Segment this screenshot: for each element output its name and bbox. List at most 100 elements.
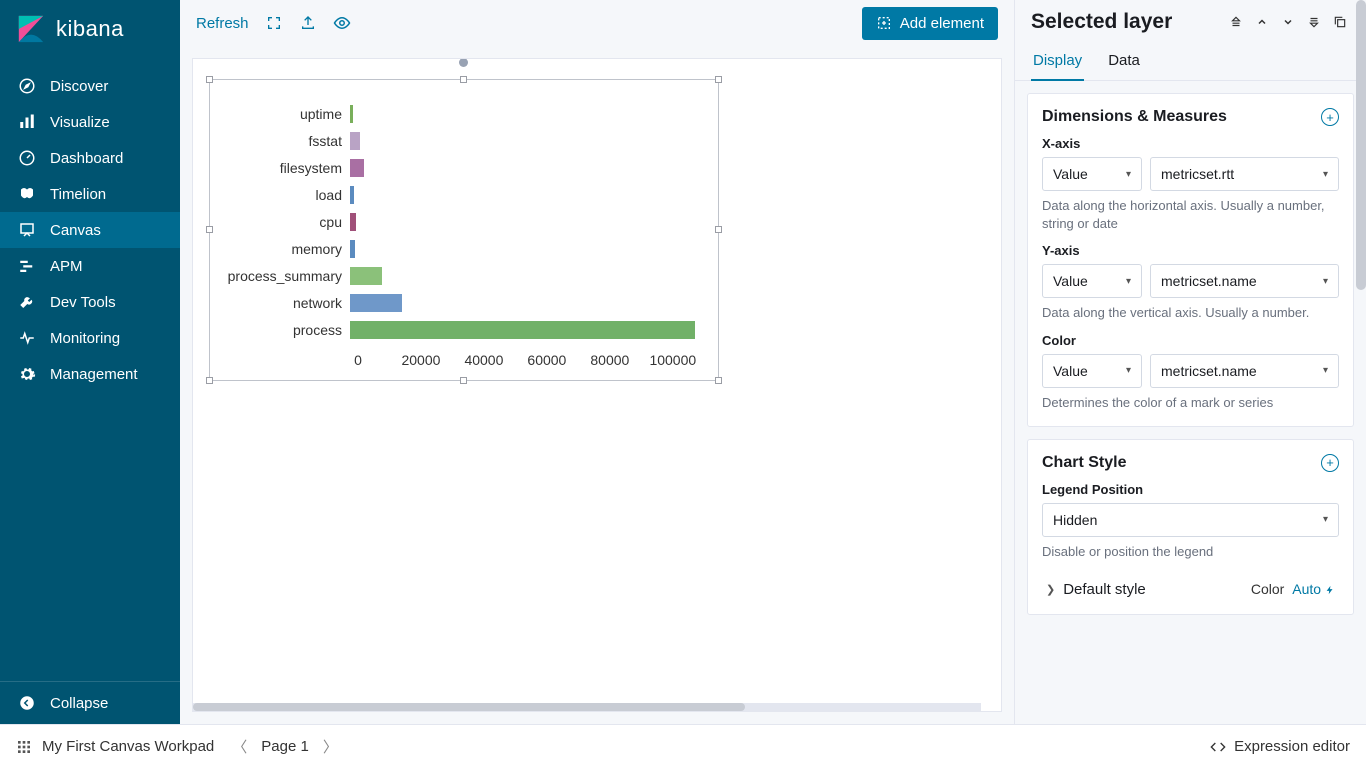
pager: 〈 Page 1 〉 bbox=[232, 736, 338, 757]
sidebar-item-label: Timelion bbox=[50, 186, 106, 203]
collapse-icon bbox=[18, 694, 36, 712]
x-type-select[interactable]: Value▾ bbox=[1042, 157, 1142, 191]
apm-icon bbox=[18, 257, 36, 275]
rotate-handle[interactable] bbox=[459, 58, 468, 67]
panel-tabs: Display Data bbox=[1015, 42, 1366, 81]
legend-select[interactable]: Hidden▾ bbox=[1042, 503, 1339, 537]
layer-to-back-icon[interactable] bbox=[1304, 12, 1324, 32]
sidebar-item-label: Canvas bbox=[50, 222, 101, 239]
y-type-select[interactable]: Value▾ bbox=[1042, 264, 1142, 298]
chart-y-labels: uptimefsstatfilesystemloadcpumemoryproce… bbox=[220, 100, 350, 344]
canvas-area[interactable]: uptimefsstatfilesystemloadcpumemoryproce… bbox=[180, 46, 1014, 724]
color-field-select[interactable]: metricset.name▾ bbox=[1150, 354, 1339, 388]
sidebar-item-label: Management bbox=[50, 366, 138, 383]
gauge-icon bbox=[18, 149, 36, 167]
sidebar-item-label: Dev Tools bbox=[50, 294, 116, 311]
sidebar-item-management[interactable]: Management bbox=[0, 356, 180, 392]
layer-down-icon[interactable] bbox=[1278, 12, 1298, 32]
eye-icon[interactable] bbox=[333, 14, 351, 32]
collapse-button[interactable]: Collapse bbox=[0, 681, 180, 724]
layer-to-front-icon[interactable] bbox=[1226, 12, 1246, 32]
color-auto-value[interactable]: Auto bbox=[1292, 581, 1335, 597]
bar-chart: uptimefsstatfilesystemloadcpumemoryproce… bbox=[210, 80, 718, 380]
sidebar: kibana Discover Visualize Dashboard Time… bbox=[0, 0, 180, 724]
timelion-icon bbox=[18, 185, 36, 203]
add-dimension-button[interactable]: + bbox=[1321, 108, 1339, 126]
chart-style-card: Chart Style + Legend Position Hidden▾ Di… bbox=[1027, 439, 1354, 615]
sidebar-item-label: Dashboard bbox=[50, 150, 123, 167]
toolbar: Refresh Add element bbox=[180, 0, 1014, 46]
legend-hint: Disable or position the legend bbox=[1042, 543, 1339, 561]
sidebar-item-apm[interactable]: APM bbox=[0, 248, 180, 284]
add-element-icon bbox=[876, 15, 892, 31]
export-icon[interactable] bbox=[299, 14, 317, 32]
chevron-down-icon: ▾ bbox=[1126, 169, 1131, 180]
y-hint: Data along the vertical axis. Usually a … bbox=[1042, 304, 1339, 322]
add-element-button[interactable]: Add element bbox=[862, 7, 998, 40]
color-label: Color bbox=[1042, 333, 1339, 348]
fullscreen-icon[interactable] bbox=[265, 14, 283, 32]
sidebar-item-timelion[interactable]: Timelion bbox=[0, 176, 180, 212]
add-element-label: Add element bbox=[900, 15, 984, 32]
expand-icon[interactable]: ❯ bbox=[1046, 583, 1055, 596]
main: Refresh Add element bbox=[180, 0, 1014, 724]
sidebar-item-label: Visualize bbox=[50, 114, 110, 131]
duplicate-icon[interactable] bbox=[1330, 12, 1350, 32]
add-style-button[interactable]: + bbox=[1321, 454, 1339, 472]
logo[interactable]: kibana bbox=[0, 0, 180, 58]
sidebar-item-monitoring[interactable]: Monitoring bbox=[0, 320, 180, 356]
tab-data[interactable]: Data bbox=[1106, 42, 1142, 80]
compass-icon bbox=[18, 77, 36, 95]
horizontal-scrollbar[interactable] bbox=[193, 703, 981, 711]
x-hint: Data along the horizontal axis. Usually … bbox=[1042, 197, 1339, 233]
color-label: Color bbox=[1251, 581, 1284, 597]
chart-bars bbox=[350, 100, 698, 344]
collapse-label: Collapse bbox=[50, 695, 108, 712]
workpad-name[interactable]: My First Canvas Workpad bbox=[42, 738, 214, 755]
sidebar-item-visualize[interactable]: Visualize bbox=[0, 104, 180, 140]
refresh-link[interactable]: Refresh bbox=[196, 15, 249, 32]
right-panel: Selected layer Display Data Dimensions &… bbox=[1014, 0, 1366, 724]
next-page-button[interactable]: 〉 bbox=[323, 736, 338, 757]
workpad[interactable]: uptimefsstatfilesystemloadcpumemoryproce… bbox=[192, 58, 1002, 712]
selected-element[interactable]: uptimefsstatfilesystemloadcpumemoryproce… bbox=[209, 79, 719, 381]
current-page[interactable]: Page 1 bbox=[261, 738, 309, 755]
bar-chart-icon bbox=[18, 113, 36, 131]
x-axis-label: X-axis bbox=[1042, 136, 1339, 151]
code-icon bbox=[1210, 739, 1226, 755]
dimensions-card: Dimensions & Measures + X-axis Value▾ me… bbox=[1027, 93, 1354, 427]
sidebar-item-label: APM bbox=[50, 258, 83, 275]
sidebar-item-dashboard[interactable]: Dashboard bbox=[0, 140, 180, 176]
panel-scrollbar[interactable] bbox=[1356, 0, 1366, 290]
gear-icon bbox=[18, 365, 36, 383]
layer-up-icon[interactable] bbox=[1252, 12, 1272, 32]
y-axis-label: Y-axis bbox=[1042, 243, 1339, 258]
sidebar-item-label: Monitoring bbox=[50, 330, 120, 347]
prev-page-button[interactable]: 〈 bbox=[232, 736, 247, 757]
color-type-select[interactable]: Value▾ bbox=[1042, 354, 1142, 388]
brand-name: kibana bbox=[56, 16, 124, 42]
canvas-icon bbox=[18, 221, 36, 239]
heartbeat-icon bbox=[18, 329, 36, 347]
color-hint: Determines the color of a mark or series bbox=[1042, 394, 1339, 412]
chevron-down-icon: ▾ bbox=[1323, 169, 1328, 180]
kibana-logo-icon bbox=[16, 14, 46, 44]
x-field-select[interactable]: metricset.rtt▾ bbox=[1150, 157, 1339, 191]
chevron-down-icon: ▾ bbox=[1126, 276, 1131, 287]
expression-editor-label: Expression editor bbox=[1234, 738, 1350, 755]
tab-display[interactable]: Display bbox=[1031, 42, 1084, 81]
chart-x-axis: 020000400006000080000100000 bbox=[358, 344, 698, 352]
chevron-down-icon: ▾ bbox=[1126, 365, 1131, 376]
sidebar-item-discover[interactable]: Discover bbox=[0, 68, 180, 104]
chevron-down-icon: ▾ bbox=[1323, 514, 1328, 525]
grid-icon[interactable] bbox=[16, 739, 32, 755]
legend-label: Legend Position bbox=[1042, 482, 1339, 497]
chevron-down-icon: ▾ bbox=[1323, 276, 1328, 287]
panel-title: Selected layer bbox=[1031, 10, 1220, 34]
y-field-select[interactable]: metricset.name▾ bbox=[1150, 264, 1339, 298]
sidebar-item-canvas[interactable]: Canvas bbox=[0, 212, 180, 248]
default-style-label: Default style bbox=[1063, 581, 1243, 598]
sidebar-item-devtools[interactable]: Dev Tools bbox=[0, 284, 180, 320]
card-title: Dimensions & Measures bbox=[1042, 108, 1321, 126]
expression-editor-button[interactable]: Expression editor bbox=[1210, 738, 1350, 755]
